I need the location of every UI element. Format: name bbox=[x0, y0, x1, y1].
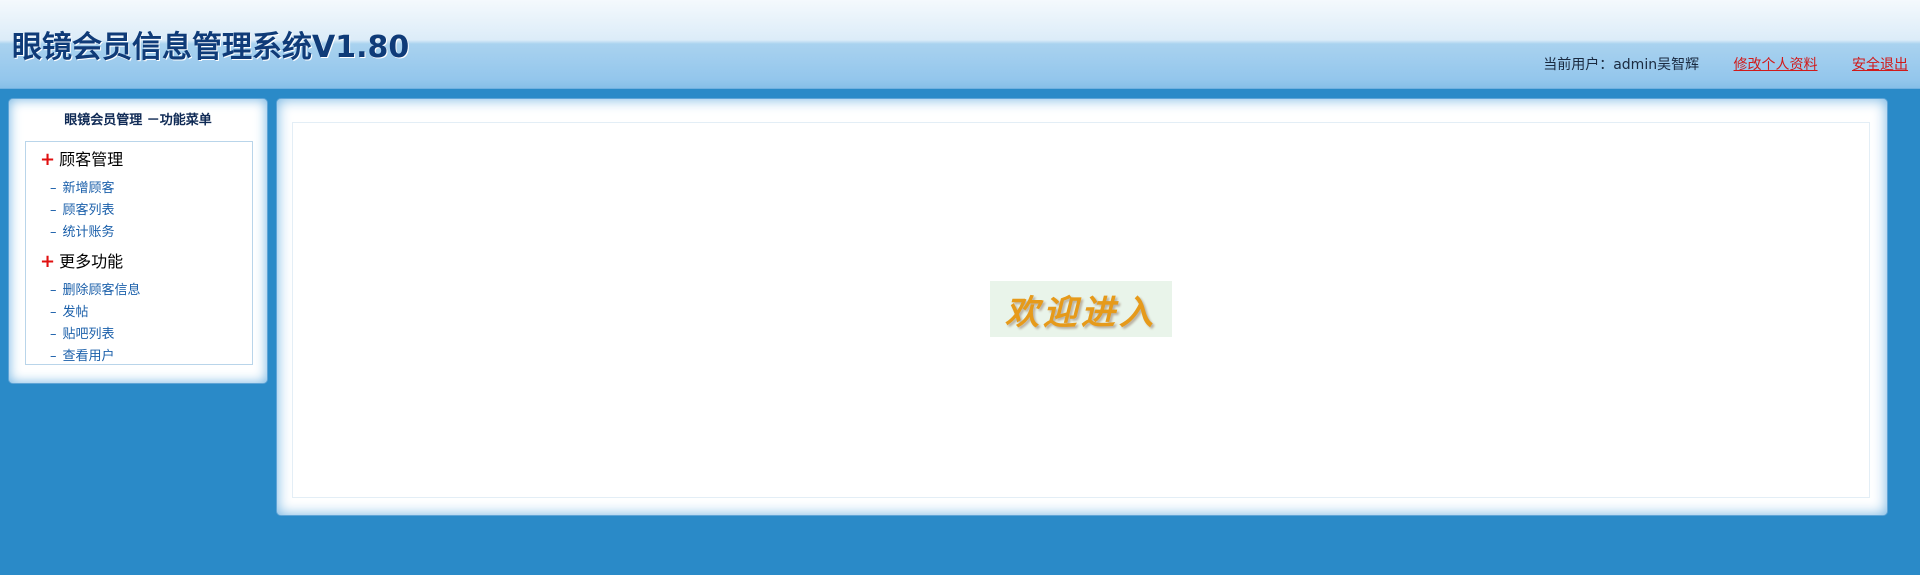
dash-icon: – bbox=[50, 349, 57, 364]
menu-item-customer-list[interactable]: – 顾客列表 bbox=[50, 199, 115, 218]
plus-icon: + bbox=[40, 149, 56, 170]
app-title: 眼镜会员信息管理系统V1.80 bbox=[12, 30, 410, 65]
menu-item-forum-list[interactable]: – 贴吧列表 bbox=[50, 323, 115, 342]
dash-icon: – bbox=[50, 283, 57, 298]
menu-box: + 顾客管理 – 新增顾客 – 顾客列表 – 统计账务 + 更多功能 – 删除顾客信息 – 发… bbox=[25, 141, 253, 365]
menu-item-post[interactable]: – 发帖 bbox=[50, 301, 89, 320]
header: 眼镜会员信息管理系统V1.80 当前用户：admin吴智辉 修改个人资料 安全退… bbox=[0, 0, 1920, 89]
welcome-banner: 欢迎进入 bbox=[990, 281, 1172, 337]
content-frame: 欢迎进入 bbox=[292, 122, 1870, 498]
plus-icon: + bbox=[40, 251, 56, 272]
menu-item-label: 新增顾客 bbox=[62, 181, 115, 196]
menu-item-add-customer[interactable]: – 新增顾客 bbox=[50, 177, 115, 196]
menu-group-customer[interactable]: + 顾客管理 bbox=[40, 146, 123, 170]
menu-item-label: 删除顾客信息 bbox=[62, 283, 141, 298]
menu-item-label: 统计账务 bbox=[62, 225, 115, 240]
menu-item-label: 发帖 bbox=[62, 305, 89, 320]
menu-group-more[interactable]: + 更多功能 bbox=[40, 248, 123, 272]
dash-icon: – bbox=[50, 305, 57, 320]
current-user: 当前用户：admin吴智辉 bbox=[1543, 57, 1700, 73]
dash-icon: – bbox=[50, 181, 57, 196]
dash-icon: – bbox=[50, 327, 57, 342]
logout-link[interactable]: 安全退出 bbox=[1852, 57, 1908, 73]
menu-item-view-users[interactable]: – 查看用户 bbox=[50, 345, 115, 364]
menu-title: 眼镜会员管理 －功能菜单 bbox=[64, 113, 212, 128]
menu-item-label: 顾客列表 bbox=[62, 203, 115, 218]
edit-profile-link[interactable]: 修改个人资料 bbox=[1734, 57, 1818, 73]
menu-item-delete-customer[interactable]: – 删除顾客信息 bbox=[50, 279, 141, 298]
user-bar: 当前用户：admin吴智辉 修改个人资料 安全退出 bbox=[1543, 54, 1908, 74]
menu-group-label: 更多功能 bbox=[59, 252, 124, 271]
menu-item-accounting[interactable]: – 统计账务 bbox=[50, 221, 115, 240]
sidebar: 眼镜会员管理 －功能菜单 + 顾客管理 – 新增顾客 – 顾客列表 – 统计账务 + 更多… bbox=[8, 98, 268, 384]
menu-group-label: 顾客管理 bbox=[59, 150, 124, 169]
menu-item-label: 贴吧列表 bbox=[62, 327, 115, 342]
main-panel: 欢迎进入 bbox=[276, 98, 1888, 516]
menu-item-label: 查看用户 bbox=[62, 349, 115, 364]
dash-icon: – bbox=[50, 225, 57, 240]
dash-icon: – bbox=[50, 203, 57, 218]
